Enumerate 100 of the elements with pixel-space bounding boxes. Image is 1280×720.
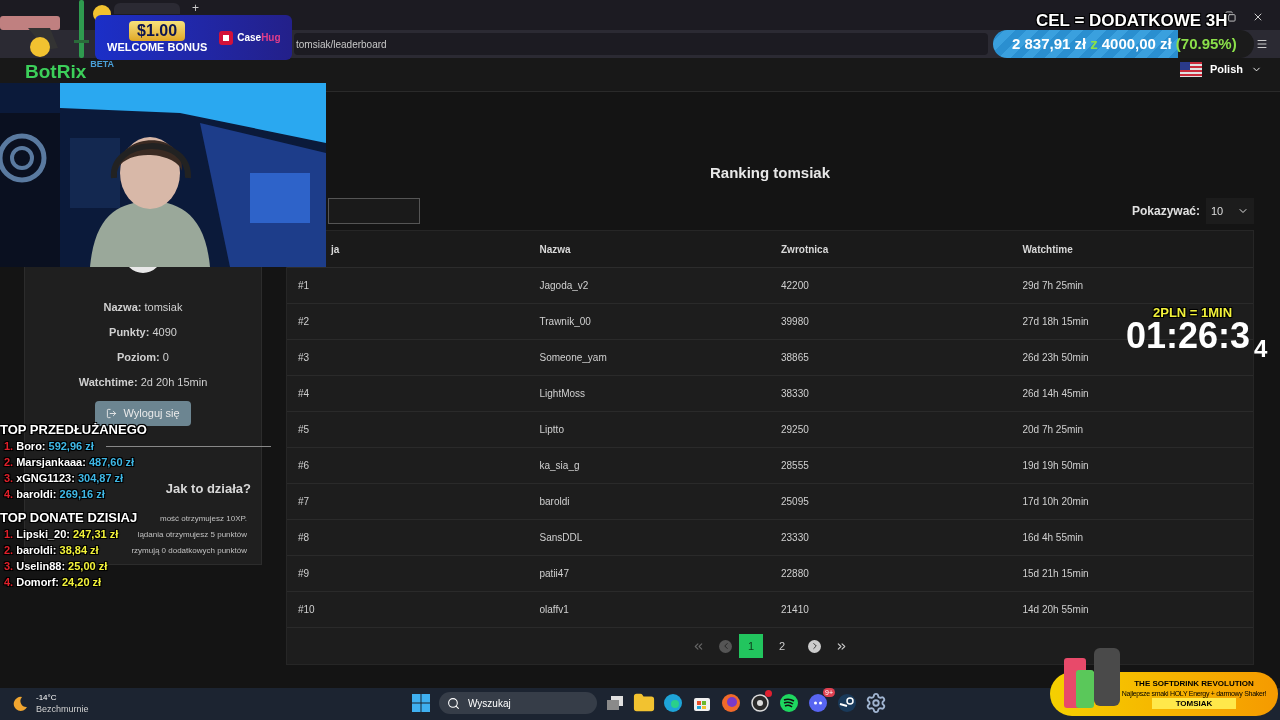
donor-name: baroldi: <box>16 543 57 558</box>
donor-name: xGNG1123: <box>16 471 75 486</box>
donor-name: baroldi: <box>16 487 57 502</box>
profile-field: Punkty: 4090 <box>109 324 177 341</box>
table-cell-text: Someone_yam <box>538 351 608 365</box>
page-size-select[interactable]: 10 <box>1206 198 1254 224</box>
table-cell-text: ka_sia_g <box>538 459 581 473</box>
ad-code: TOMSIAK <box>1151 698 1237 709</box>
rule-text: mość otrzymujesz 10XP. <box>160 512 247 525</box>
goal-title: CEL = DODATKOWE 3H <box>1036 10 1228 32</box>
rank-number: 1. <box>4 527 14 542</box>
table-cell-text: #3 <box>297 351 311 365</box>
table-cell-text: 38865 <box>780 351 810 365</box>
timer-digit: 4 <box>1254 336 1268 362</box>
donation-amount: 487,60 zł <box>88 455 135 470</box>
page-button[interactable]: 2 <box>770 634 794 658</box>
donor-name: Lipski_20: <box>16 527 70 542</box>
table-cell-text: 23330 <box>780 531 810 545</box>
page-size-label: Pokazywać: <box>1131 203 1200 220</box>
table-cell-text: #7 <box>297 495 311 509</box>
taskbar-search[interactable]: Wyszukaj <box>439 692 597 714</box>
new-tab-button[interactable]: + <box>192 3 199 14</box>
rank-number: 3. <box>4 471 14 486</box>
table-cell-text: 27d 18h 15min <box>1021 315 1090 329</box>
table-cell-text: 42200 <box>780 279 810 293</box>
column-header: ja <box>329 242 341 257</box>
donor-name: Uselin88: <box>16 559 66 574</box>
table-cell-text: 14d 20h 55min <box>1021 603 1090 617</box>
page-title: Ranking tomsiak <box>709 163 831 183</box>
table-cell-text: 28555 <box>780 459 810 473</box>
table-cell-text: #8 <box>297 531 311 545</box>
table-cell-text: 39980 <box>780 315 810 329</box>
table-cell-text: #9 <box>297 567 311 581</box>
table-cell-text: 25095 <box>780 495 810 509</box>
table-cell-text: 19d 19h 50min <box>1021 459 1090 473</box>
how-it-works-title: Jak to działa? <box>165 480 251 498</box>
table-cell-text: 26d 14h 45min <box>1021 387 1090 401</box>
column-header: Zwrotnica <box>780 242 830 257</box>
rank-number: 4. <box>4 575 14 590</box>
table-cell-text: 29250 <box>780 423 810 437</box>
weather-label: Bezchmurnie <box>36 703 89 715</box>
table-cell-text: 20d 7h 25min <box>1021 423 1085 437</box>
table-cell-text: #1 <box>297 279 311 293</box>
table-cell-text: 15d 21h 15min <box>1021 567 1090 581</box>
rank-number: 4. <box>4 487 14 502</box>
profile-field: Nazwa: tomsiak <box>103 299 183 316</box>
donor-name: Marsjankaaa: <box>16 455 86 470</box>
donor-name: Boro: <box>16 439 46 454</box>
table-cell-text: 22880 <box>780 567 810 581</box>
column-header: Nazwa <box>538 242 572 257</box>
table-cell-text: #4 <box>297 387 311 401</box>
rule-text: rzymują 0 dodatkowych punktów <box>131 544 247 557</box>
list-title: TOP DONATE DZISIAJ <box>0 510 139 526</box>
rank-number: 1. <box>4 439 14 454</box>
bonus-amount: $1.00 <box>129 21 186 41</box>
rank-number: 2. <box>4 455 14 470</box>
table-cell-text: SansDDL <box>538 531 584 545</box>
donation-amount: 592,96 zł <box>48 439 94 454</box>
table-cell-text: olaffv1 <box>538 603 570 617</box>
profile-field: Poziom: 0 <box>117 349 169 366</box>
goal-separator: z <box>1090 33 1098 54</box>
table-cell-text: 29d 7h 25min <box>1021 279 1085 293</box>
address-bar[interactable]: tomsiak/leaderboard <box>294 33 988 55</box>
table-cell-text: Liptto <box>538 423 565 437</box>
table-cell-text: #5 <box>297 423 311 437</box>
table-cell-text: Trawnik_00 <box>538 315 592 329</box>
donation-amount: 269,16 zł <box>59 487 105 502</box>
table-cell-text: 16d 4h 55min <box>1021 531 1085 545</box>
rule-text: lądania otrzymujesz 5 punktów <box>137 528 247 541</box>
table-cell-text: #10 <box>297 603 316 617</box>
rank-number: 2. <box>4 543 14 558</box>
goal-current: 2 837,91 zł <box>1012 33 1087 54</box>
donor-name: Domorf: <box>16 575 59 590</box>
temperature: -14°C <box>36 692 58 703</box>
goal-target: 4000,00 zł <box>1101 33 1172 54</box>
rank-number: 3. <box>4 559 14 574</box>
profile-field: Watchtime: 2d 20h 15min <box>78 374 208 391</box>
page-button[interactable]: 1 <box>739 634 763 658</box>
donation-amount: 24,20 zł <box>61 575 102 590</box>
bonus-label: WELCOME BONUS <box>107 41 208 54</box>
table-cell-text: LightMoss <box>538 387 587 401</box>
table-cell-text: 21410 <box>780 603 810 617</box>
donation-amount: 38,84 zł <box>59 543 99 558</box>
table-cell-text: 17d 10h 20min <box>1021 495 1090 509</box>
table-cell-text: #2 <box>297 315 311 329</box>
table-cell-text: patii47 <box>538 567 570 581</box>
table-cell-text: #6 <box>297 459 311 473</box>
beta-label: BETA <box>90 58 115 71</box>
table-cell-text: baroldi <box>538 495 571 509</box>
column-header: Watchtime <box>1021 242 1074 257</box>
language-selector[interactable]: Polish <box>1180 61 1262 78</box>
site-logo[interactable]: BotRix <box>25 62 87 82</box>
table-cell-text: Jagoda_v2 <box>538 279 590 293</box>
donation-amount: 25,00 zł <box>68 559 108 574</box>
ad-title: THE SOFTDRINK REVOLUTION <box>1134 679 1254 689</box>
donation-amount: 304,87 zł <box>77 471 124 486</box>
table-cell-text: 38330 <box>780 387 810 401</box>
table-cell-text: 26d 23h 50min <box>1021 351 1090 365</box>
brand-name: CaseHug <box>237 31 281 45</box>
donation-amount: 247,31 zł <box>73 527 119 542</box>
